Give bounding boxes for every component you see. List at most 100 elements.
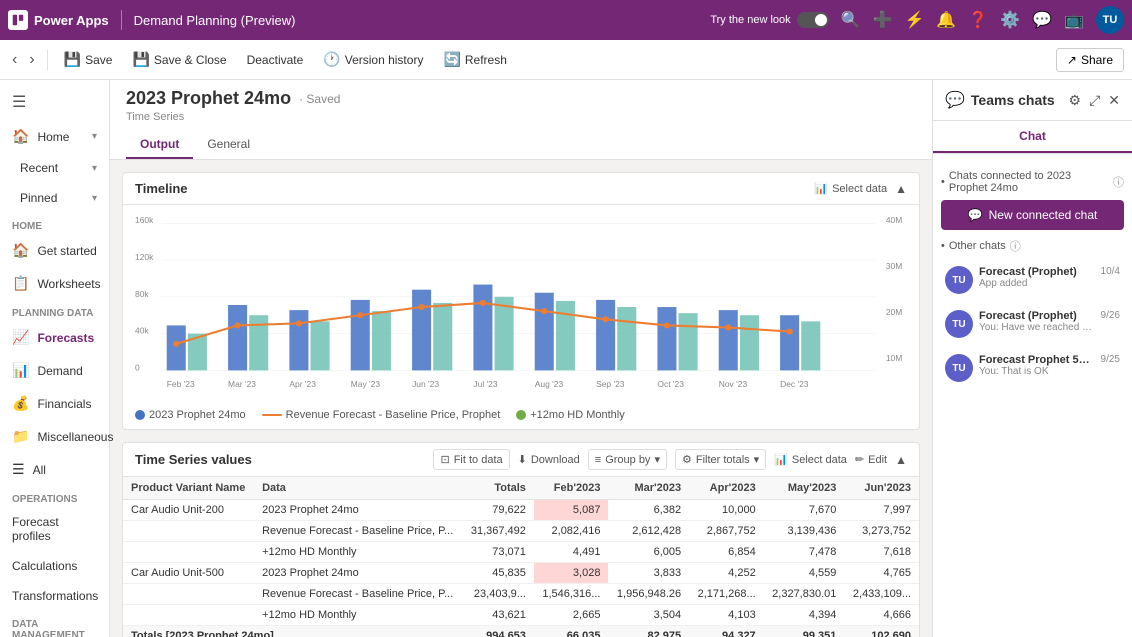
tab-chat[interactable]: Chat [933,121,1132,153]
sidebar-item-all[interactable]: ☰ All [0,453,109,486]
try-new-look[interactable]: Try the new look [710,12,828,28]
cell-apr: 10,000 [689,500,764,521]
app-file-name: Demand Planning (Preview) [134,13,296,28]
cell-totals: 31,367,492 [462,521,533,542]
sidebar-item-miscellaneous[interactable]: 📁 Miscellaneous [0,420,109,453]
power-apps-icon [8,10,28,30]
sidebar-item-demand[interactable]: 📊 Demand [0,354,109,387]
tab-general[interactable]: General [193,131,264,159]
hd-legend-label: +12mo HD Monthly [530,409,624,421]
misc-icon: 📁 [12,428,29,445]
table-select-data-btn[interactable]: 📊 Select data [774,453,847,466]
refresh-button[interactable]: 🔄 Refresh [435,47,514,72]
teams-popout-icon[interactable]: ⤢ [1089,92,1100,109]
sidebar-item-calculations[interactable]: Calculations [0,551,109,581]
cell-feb: 2,082,416 [534,521,609,542]
filter-totals-btn[interactable]: ⚙ Filter totals ▾ [675,449,766,470]
share-button[interactable]: ↗ Share [1056,48,1124,72]
svg-text:Apr '23: Apr '23 [289,379,316,389]
save-button[interactable]: 💾 Save [56,47,121,72]
back-button[interactable]: ‹ [8,47,21,73]
totals-feb: 66,035 [534,626,609,637]
group-icon: ≡ [595,454,601,466]
deactivate-button[interactable]: Deactivate [239,49,312,71]
settings-topbar-icon[interactable]: ⚙️ [1000,10,1020,30]
sidebar-hamburger[interactable]: ☰ [0,84,109,120]
search-topbar-icon[interactable]: 🔍 [841,10,861,30]
teams-close-icon[interactable]: ✕ [1108,92,1120,109]
financials-label: Financials [37,397,91,411]
forward-button[interactable]: › [25,47,38,73]
cell-product [123,542,254,563]
totals-may: 99,351 [764,626,845,637]
cell-jun: 4,765 [844,563,919,584]
other-chats-info-icon[interactable]: ⓘ [1010,238,1021,254]
cell-mar: 3,833 [608,563,689,584]
svg-text:Oct '23: Oct '23 [657,379,684,389]
sidebar-home-label: Home [37,130,69,144]
chart-legend: 2023 Prophet 24mo Revenue Forecast - Bas… [123,405,919,429]
sidebar-item-transformations[interactable]: Transformations [0,581,109,611]
tab-output[interactable]: Output [126,131,193,159]
cell-jun: 7,618 [844,542,919,563]
screen-cast-icon[interactable]: 📺 [1064,10,1084,30]
table-collapse-btn[interactable]: ▲ [895,453,907,467]
sidebar-item-home[interactable]: 🏠 Home ▾ [0,120,109,153]
cell-mar: 6,005 [608,542,689,563]
table-row: Car Audio Unit-500 2023 Prophet 24mo 45,… [123,563,919,584]
teams-logo-icon: 💬 [945,90,965,110]
add-topbar-icon[interactable]: ➕ [873,10,893,30]
fit-to-data-btn[interactable]: ⊡ Fit to data [433,449,509,470]
cell-mar: 3,504 [608,605,689,626]
sidebar-item-financials[interactable]: 💰 Financials [0,387,109,420]
cell-totals: 45,835 [462,563,533,584]
help-icon[interactable]: ❓ [968,10,988,30]
table-toolbar: Time Series values ⊡ Fit to data ⬇ Downl… [123,443,919,477]
app-logo[interactable]: Power Apps [8,10,109,30]
get-started-icon: 🏠 [12,242,29,259]
chat-list-item[interactable]: TU Forecast (Prophet) You: Have we reach… [941,304,1124,344]
new-connected-chat-btn[interactable]: 💬 New connected chat [941,200,1124,230]
timeline-collapse-btn[interactable]: ▲ [895,182,907,196]
sidebar-item-recent[interactable]: Recent ▾ [0,153,109,183]
chart-icon: 📊 [814,182,828,195]
svg-text:Jul '23: Jul '23 [473,379,498,389]
filter-topbar-icon[interactable]: ⚡ [904,10,924,30]
connected-chats-info-icon[interactable]: ⓘ [1113,174,1124,190]
save-close-button[interactable]: 💾 Save & Close [124,47,234,72]
notification-icon[interactable]: 🔔 [936,10,956,30]
sidebar-item-pinned[interactable]: Pinned ▾ [0,183,109,213]
forecast-profiles-label: Forecast profiles [12,515,97,543]
sidebar-item-forecast-profiles[interactable]: Forecast profiles [0,507,109,551]
pinned-label: Pinned [20,191,57,205]
topbar-right: Try the new look 🔍 ➕ ⚡ 🔔 ❓ ⚙️ 💬 📺 TU [710,6,1124,34]
sidebar-item-get-started[interactable]: 🏠 Get started [0,234,109,267]
teams-chats-list: TU Forecast (Prophet) App added 10/4 TU … [941,260,1124,388]
svg-text:Sep '23: Sep '23 [596,379,625,389]
cell-data-name: +12mo HD Monthly [254,605,462,626]
chat-topbar-icon[interactable]: 💬 [1032,10,1052,30]
edit-btn[interactable]: ✏ Edit [855,453,887,466]
demand-icon: 📊 [12,362,29,379]
download-icon: ⬇ [518,453,527,466]
top-bar: Power Apps Demand Planning (Preview) Try… [0,0,1132,40]
chat-list-item[interactable]: TU Forecast (Prophet) App added 10/4 [941,260,1124,300]
chat-avatar: TU [945,266,973,294]
recent-label: Recent [20,161,58,175]
version-history-button[interactable]: 🕐 Version history [315,47,431,72]
cell-feb: 1,546,316... [534,584,609,605]
sidebar-item-forecasts[interactable]: 📈 Forecasts [0,321,109,354]
teams-content: • Chats connected to 2023 Prophet 24mo ⓘ… [933,154,1132,637]
group-by-btn[interactable]: ≡ Group by ▾ [588,449,667,470]
user-avatar[interactable]: TU [1096,6,1124,34]
teams-filter-icon[interactable]: ⚙ [1069,92,1082,109]
cell-may: 2,327,830.01 [764,584,845,605]
legend-revenue-forecast: Revenue Forecast - Baseline Price, Proph… [262,409,501,421]
chart-small-icon: 📊 [774,453,788,466]
teams-panel: 💬 Teams chats ⚙ ⤢ ✕ Chat • Chats connect… [932,80,1132,637]
chat-list-item[interactable]: TU Forecast Prophet 52 week You: That is… [941,348,1124,388]
download-btn[interactable]: ⬇ Download [518,453,580,466]
sidebar-item-worksheets[interactable]: 📋 Worksheets [0,267,109,300]
timeline-select-data-btn[interactable]: 📊 Select data [814,182,887,195]
version-icon: 🕐 [323,51,340,68]
